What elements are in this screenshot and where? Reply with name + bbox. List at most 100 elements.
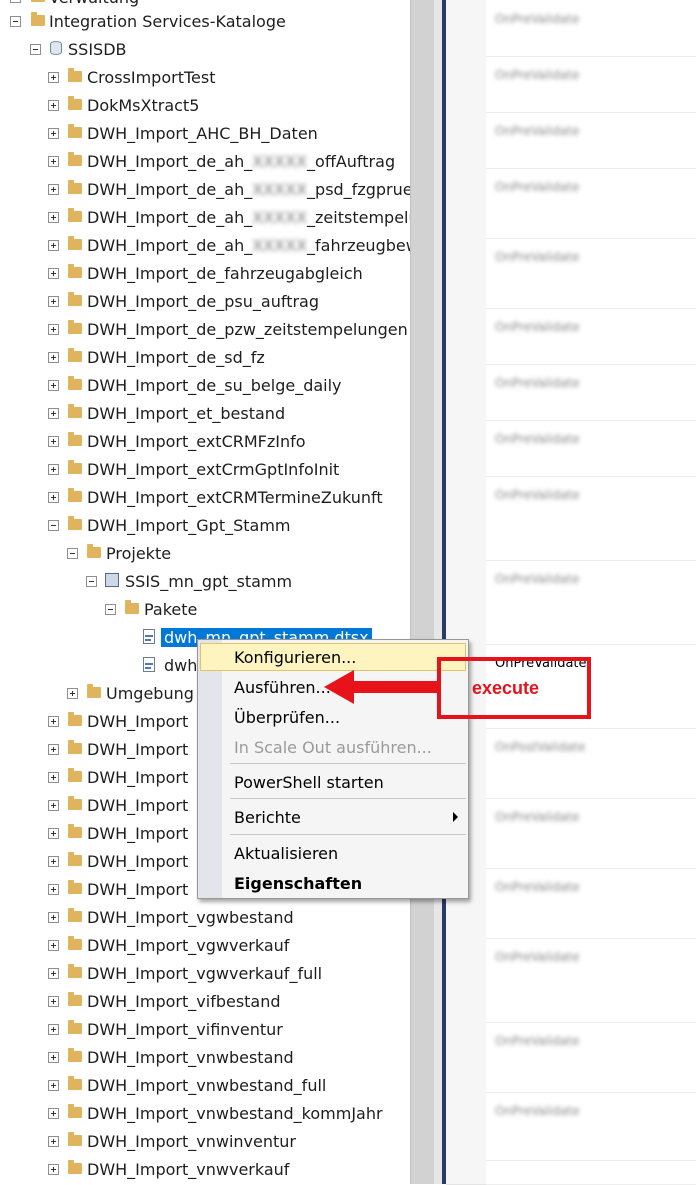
expand-icon[interactable] bbox=[48, 464, 59, 475]
expand-icon[interactable] bbox=[48, 156, 59, 167]
collapse-icon[interactable] bbox=[67, 548, 78, 559]
tree-node-folder[interactable]: DWH_Import_de_ah_XXXXX_psd_fzgpruef bbox=[0, 176, 410, 204]
tree-node-folder[interactable]: DWH_Import_vnwinventur bbox=[0, 1128, 410, 1156]
tree-node-folder[interactable]: DWH_Import_vnwbestand_kommJahr bbox=[0, 1100, 410, 1128]
tree-node-folder[interactable]: DWH_Import_de_fahrzeugabgleich bbox=[0, 260, 410, 288]
expand-icon[interactable] bbox=[48, 996, 59, 1007]
tree-node-folder[interactable]: DokMsXtract5 bbox=[0, 92, 410, 120]
tree-node-folder-expanded[interactable]: DWH_Import_Gpt_Stamm bbox=[0, 512, 410, 540]
expand-icon[interactable] bbox=[48, 212, 59, 223]
expand-icon[interactable] bbox=[48, 492, 59, 503]
collapse-icon[interactable] bbox=[86, 576, 97, 587]
grid-row-header[interactable] bbox=[446, 56, 486, 113]
grid-row-header[interactable] bbox=[446, 420, 486, 477]
tree-node-folder[interactable]: DWH_Import_de_ah_XXXXX_zeitstempelu bbox=[0, 204, 410, 232]
grid-row-header[interactable] bbox=[446, 308, 486, 365]
tree-node-folder[interactable]: DWH_Import_de_ah_XXXXX_offAuftrag bbox=[0, 148, 410, 176]
expand-icon[interactable] bbox=[48, 968, 59, 979]
expand-icon[interactable] bbox=[48, 408, 59, 419]
grid-row-header[interactable] bbox=[446, 364, 486, 421]
tree-node-folder[interactable]: DWH_Import_vgwbestand bbox=[0, 904, 410, 932]
expand-icon[interactable] bbox=[48, 912, 59, 923]
pane-splitter[interactable] bbox=[410, 0, 435, 1184]
tree-node-projects[interactable]: Projekte bbox=[0, 540, 410, 568]
grid-row[interactable] bbox=[486, 308, 696, 365]
expand-icon[interactable] bbox=[48, 716, 59, 727]
expand-icon[interactable] bbox=[48, 184, 59, 195]
tree-node-ssisdb[interactable]: SSISDB bbox=[0, 36, 410, 64]
grid-row[interactable] bbox=[486, 112, 696, 169]
tree-node-folder[interactable]: DWH_Import_vifbestand bbox=[0, 988, 410, 1016]
expand-icon[interactable] bbox=[48, 1164, 59, 1175]
expand-icon[interactable] bbox=[67, 688, 78, 699]
grid-row-header[interactable] bbox=[446, 476, 486, 561]
expand-icon[interactable] bbox=[10, 0, 21, 3]
menu-item-refresh[interactable]: Aktualisieren bbox=[200, 839, 466, 867]
expand-icon[interactable] bbox=[48, 884, 59, 895]
tree-node-project[interactable]: SSIS_mn_gpt_stamm bbox=[0, 568, 410, 596]
expand-icon[interactable] bbox=[48, 856, 59, 867]
tree-node-folder[interactable]: DWH_Import_vgwverkauf_full bbox=[0, 960, 410, 988]
grid-row[interactable] bbox=[486, 238, 696, 309]
expand-icon[interactable] bbox=[48, 772, 59, 783]
expand-icon[interactable] bbox=[48, 1080, 59, 1091]
grid-row[interactable] bbox=[486, 798, 696, 869]
grid-row-header[interactable] bbox=[446, 0, 486, 57]
expand-icon[interactable] bbox=[48, 352, 59, 363]
collapse-icon[interactable] bbox=[105, 604, 116, 615]
tree-node-folder[interactable]: DWH_Import_vnwverkauf bbox=[0, 1156, 410, 1184]
grid-row-header[interactable] bbox=[446, 168, 486, 239]
grid-row[interactable] bbox=[486, 420, 696, 477]
tree-node-folder[interactable]: DWH_Import_vnwbestand_full bbox=[0, 1072, 410, 1100]
expand-icon[interactable] bbox=[48, 296, 59, 307]
grid-row[interactable] bbox=[486, 0, 696, 57]
grid-row[interactable] bbox=[486, 868, 696, 939]
tree-node-folder[interactable]: DWH_Import_de_pzw_zeitstempelungen bbox=[0, 316, 410, 344]
tree-node-folder[interactable]: DWH_Import_vnwbestand bbox=[0, 1044, 410, 1072]
expand-icon[interactable] bbox=[48, 268, 59, 279]
expand-icon[interactable] bbox=[48, 100, 59, 111]
expand-icon[interactable] bbox=[48, 324, 59, 335]
expand-icon[interactable] bbox=[48, 800, 59, 811]
collapse-icon[interactable] bbox=[48, 520, 59, 531]
collapse-icon[interactable] bbox=[10, 16, 21, 27]
expand-icon[interactable] bbox=[48, 744, 59, 755]
expand-icon[interactable] bbox=[48, 1108, 59, 1119]
tree-node-folder[interactable]: DWH_Import_AHC_BH_Daten bbox=[0, 120, 410, 148]
tree-node-folder[interactable]: DWH_Import_vgwverkauf bbox=[0, 932, 410, 960]
tree-node-folder[interactable]: DWH_Import_extCRMTermineZukunft bbox=[0, 484, 410, 512]
expand-icon[interactable] bbox=[48, 1052, 59, 1063]
tree-node-packages[interactable]: Pakete bbox=[0, 596, 410, 624]
tree-node-catalog[interactable]: Integration Services-Kataloge bbox=[0, 8, 410, 36]
tree-node-folder[interactable]: DWH_Import_de_su_belge_daily bbox=[0, 372, 410, 400]
expand-icon[interactable] bbox=[48, 436, 59, 447]
tree-node-folder[interactable]: DWH_Import_de_sd_fz bbox=[0, 344, 410, 372]
grid-row[interactable] bbox=[486, 168, 696, 239]
grid-row[interactable] bbox=[486, 728, 696, 799]
expand-icon[interactable] bbox=[48, 1024, 59, 1035]
tree-node-folder[interactable]: DWH_Import_vifinventur bbox=[0, 1016, 410, 1044]
tree-node-folder[interactable]: DWH_Import_extCRMFzInfo bbox=[0, 428, 410, 456]
grid-row[interactable] bbox=[486, 364, 696, 421]
grid-row[interactable] bbox=[486, 1092, 696, 1161]
expand-icon[interactable] bbox=[48, 828, 59, 839]
grid-row-header[interactable] bbox=[446, 1022, 486, 1093]
tree-node-folder[interactable]: CrossImportTest bbox=[0, 64, 410, 92]
expand-icon[interactable] bbox=[48, 240, 59, 251]
tree-node-folder[interactable]: DWH_Import_extCrmGptInfoInit bbox=[0, 456, 410, 484]
tree-node-folder[interactable]: DWH_Import_de_psu_auftrag bbox=[0, 288, 410, 316]
grid-row[interactable] bbox=[486, 1022, 696, 1093]
expand-icon[interactable] bbox=[48, 380, 59, 391]
expand-icon[interactable] bbox=[48, 128, 59, 139]
grid-row-header[interactable] bbox=[446, 1092, 486, 1161]
expand-icon[interactable] bbox=[48, 940, 59, 951]
menu-item-configure[interactable]: Konfigurieren... bbox=[200, 643, 466, 671]
menu-item-reports[interactable]: Berichte bbox=[200, 803, 466, 831]
menu-item-validate[interactable]: Überprüfen... bbox=[200, 703, 466, 731]
tree-node-folder[interactable]: DWH_Import_et_bestand bbox=[0, 400, 410, 428]
grid-row[interactable] bbox=[486, 56, 696, 113]
menu-item-powershell[interactable]: PowerShell starten bbox=[200, 768, 466, 796]
menu-item-properties[interactable]: Eigenschaften bbox=[200, 869, 466, 897]
expand-icon[interactable] bbox=[48, 1136, 59, 1147]
tree-node-folder[interactable]: DWH_Import_de_ah_XXXXX_fahrzeugbew bbox=[0, 232, 410, 260]
